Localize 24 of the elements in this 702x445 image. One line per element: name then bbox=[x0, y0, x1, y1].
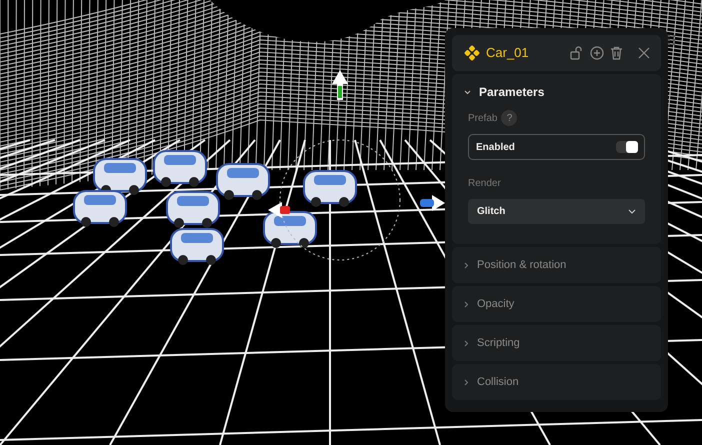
chevron-right-icon bbox=[464, 378, 469, 386]
close-icon[interactable] bbox=[637, 46, 651, 60]
section-header[interactable]: Position & rotation bbox=[452, 247, 661, 283]
section-header[interactable]: Scripting bbox=[452, 325, 661, 361]
component-icon bbox=[464, 45, 480, 61]
chevron-right-icon bbox=[464, 340, 469, 346]
section-header[interactable]: Parameters bbox=[452, 74, 661, 110]
trash-icon[interactable] bbox=[610, 46, 623, 60]
field-label: Render bbox=[468, 177, 502, 191]
chevron-down-icon bbox=[628, 209, 636, 214]
toggle-switch[interactable] bbox=[616, 141, 638, 153]
section-header[interactable]: Collision bbox=[452, 364, 661, 400]
unlock-icon[interactable] bbox=[570, 46, 584, 60]
target-icon[interactable] bbox=[590, 46, 604, 60]
field-label: Prefab bbox=[468, 112, 498, 126]
drag-handle-icon[interactable] bbox=[667, 34, 676, 46]
toggle-field[interactable]: Enabled bbox=[468, 134, 645, 160]
chevron-right-icon bbox=[464, 300, 469, 308]
section-header[interactable]: Opacity bbox=[452, 286, 661, 322]
chevron-down-icon bbox=[464, 90, 471, 94]
chevron-right-icon bbox=[464, 262, 469, 268]
object-name: Car_01 bbox=[486, 44, 529, 62]
help-button[interactable]: ? bbox=[501, 110, 518, 126]
render-dropdown[interactable]: Glitch bbox=[468, 199, 645, 224]
